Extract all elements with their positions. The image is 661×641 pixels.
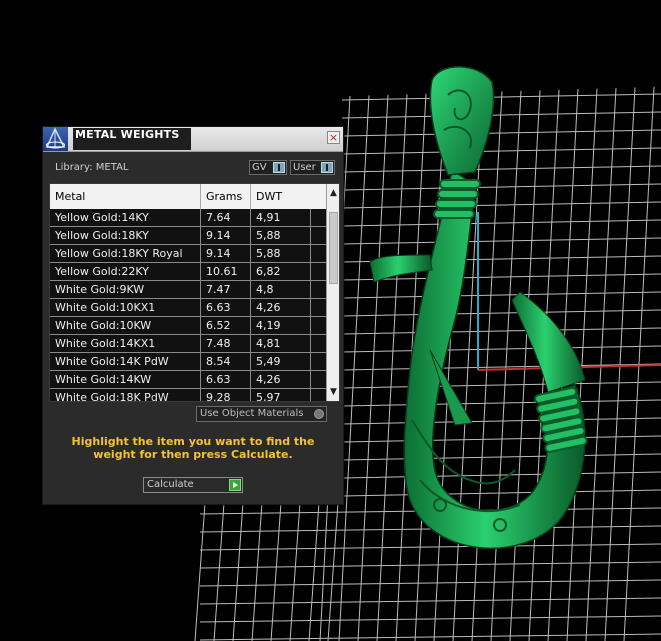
toggle-on-icon [321,162,333,173]
grams-cell: 6.63 [200,299,250,316]
metal-weights-table: Metal Grams DWT Yellow Gold:14KY 7.64 4,91… [49,183,340,402]
grams-cell: 7.48 [200,335,250,352]
dwt-cell: 4,26 [250,299,310,316]
calculate-button[interactable]: Calculate [143,477,243,493]
dwt-cell: 4,26 [250,371,310,388]
extra-cell [310,353,326,370]
table-row[interactable]: Yellow Gold:14KY 7.64 4,91 [50,209,326,227]
metal-cell: Yellow Gold:22KY [55,265,149,278]
close-button[interactable]: × [327,131,340,144]
metal-cell: White Gold:9KW [55,283,145,296]
grams-cell: 10.61 [200,263,250,280]
toggle-on-icon [273,162,285,173]
dwt-cell: 5,88 [250,245,310,262]
extra-cell [310,299,326,316]
column-header-dwt[interactable]: DWT [250,184,326,209]
grams-cell: 7.47 [200,281,250,298]
use-object-materials-label: Use Object Materials [200,408,304,419]
table-header: Metal Grams DWT [50,184,326,210]
dwt-cell: 4,81 [250,335,310,352]
grams-cell: 7.64 [200,209,250,226]
scroll-thumb[interactable] [329,212,338,284]
extra-cell [310,335,326,352]
table-row[interactable]: Yellow Gold:22KY 10.61 6,82 [50,263,326,281]
user-toggle[interactable]: User [290,160,335,175]
table-row[interactable]: White Gold:10KX1 6.63 4,26 [50,299,326,317]
grams-cell: 6.63 [200,371,250,388]
extra-cell [310,317,326,334]
metal-cell: White Gold:18K PdW [55,391,169,402]
metal-cell: White Gold:10KW [55,319,152,332]
gv-toggle-label: GV [252,162,267,173]
table-row[interactable]: White Gold:14KX1 7.48 4,81 [50,335,326,353]
extra-cell [310,389,326,401]
play-arrow-icon [229,479,241,491]
grams-cell: 6.52 [200,317,250,334]
grams-cell: 9.14 [200,245,250,262]
metal-cell: Yellow Gold:18KY Royal [55,247,183,260]
column-header-grams[interactable]: Grams [200,184,250,209]
dwt-cell: 5,49 [250,353,310,370]
vertical-scrollbar[interactable]: ▲ ▼ [326,184,339,401]
extra-cell [310,245,326,262]
metal-cell: White Gold:14KW [55,373,152,386]
grams-cell: 8.54 [200,353,250,370]
metal-cell: Yellow Gold:14KY [55,211,149,224]
scroll-up-icon[interactable]: ▲ [327,186,339,200]
gv-toggle[interactable]: GV [249,160,287,175]
table-row[interactable]: White Gold:14K PdW 8.54 5,49 [50,353,326,371]
extra-cell [310,281,326,298]
grams-cell: 9.28 [200,389,250,401]
dwt-cell: 5,97 [250,389,310,401]
extra-cell [310,209,326,226]
library-label: Library: METAL [55,162,129,173]
use-object-materials-option[interactable]: Use Object Materials [196,406,327,422]
calculate-label: Calculate [147,479,194,490]
instructions-text: Highlight the item you want to find the … [71,435,315,461]
table-body: Yellow Gold:14KY 7.64 4,91 Yellow Gold:18KY… [50,209,326,402]
scroll-down-icon[interactable]: ▼ [327,385,339,399]
column-header-metal[interactable]: Metal [50,184,200,209]
table-row[interactable]: White Gold:10KW 6.52 4,19 [50,317,326,335]
dwt-cell: 6,82 [250,263,310,280]
dwt-cell: 5,88 [250,227,310,244]
extra-cell [310,227,326,244]
metal-cell: White Gold:10KX1 [55,301,156,314]
extra-cell [310,371,326,388]
table-row[interactable]: White Gold:18K PdW 9.28 5,97 [50,389,326,402]
table-row[interactable]: White Gold:14KW 6.63 4,26 [50,371,326,389]
metal-cell: Yellow Gold:18KY [55,229,149,242]
app-logo-icon [43,127,68,151]
grams-cell: 9.14 [200,227,250,244]
dwt-cell: 4,8 [250,281,310,298]
table-row[interactable]: Yellow Gold:18KY 9.14 5,88 [50,227,326,245]
dialog-title: METAL WEIGHTS [73,128,191,150]
metal-weights-dialog: METAL WEIGHTS × Library: METAL GV User M… [42,126,344,505]
metal-cell: White Gold:14KX1 [55,337,156,350]
metal-cell: White Gold:14K PdW [55,355,169,368]
dwt-cell: 4,91 [250,209,310,226]
table-row[interactable]: Yellow Gold:18KY Royal 9.14 5,88 [50,245,326,263]
user-toggle-label: User [293,162,316,173]
title-bar[interactable]: METAL WEIGHTS × [43,127,343,152]
extra-cell [310,263,326,280]
radio-icon[interactable] [314,409,324,419]
dwt-cell: 4,19 [250,317,310,334]
table-row[interactable]: White Gold:9KW 7.47 4,8 [50,281,326,299]
